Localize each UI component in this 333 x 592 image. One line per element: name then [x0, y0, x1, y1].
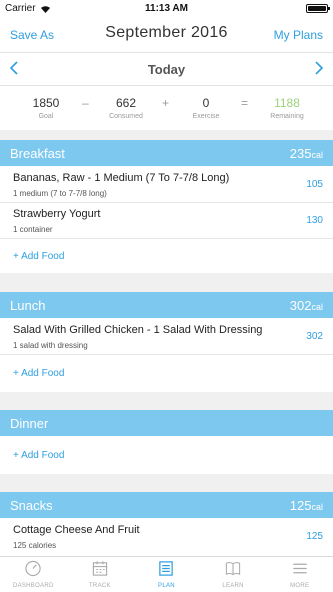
current-day-label: Today: [147, 62, 186, 77]
my-plans-button[interactable]: My Plans: [274, 28, 323, 42]
goal-label: Goal: [38, 113, 54, 120]
meal-header-breakfast[interactable]: Breakfast 235cal: [0, 140, 333, 166]
equals-sign: =: [241, 96, 249, 110]
plus-sign: +: [162, 96, 170, 110]
goal-value: 1850: [32, 96, 60, 110]
food-row[interactable]: Salad With Grilled Chicken - 1 Salad Wit…: [0, 319, 333, 355]
minus-sign: –: [82, 96, 89, 110]
spacer: [0, 474, 333, 492]
meal-name: Snacks: [10, 498, 53, 513]
calorie-summary: 1850 Goal – 662 Consumed + 0 Exercise = …: [0, 86, 333, 130]
meal-header-snacks[interactable]: Snacks 125cal: [0, 492, 333, 518]
spacer: [0, 273, 333, 292]
food-serving: 1 medium (7 to 7-7/8 long): [13, 189, 107, 198]
tab-bar: DASHBOARD TRACK PLAN LEARN MORE: [0, 556, 333, 592]
tab-label: PLAN: [158, 583, 175, 589]
book-icon: [225, 562, 241, 576]
tab-dashboard[interactable]: DASHBOARD: [0, 557, 67, 592]
remaining-label: Remaining: [270, 113, 304, 120]
date-navigator: Today: [0, 52, 333, 86]
exercise-value: 0: [202, 96, 210, 110]
add-food-button-breakfast[interactable]: + Add Food: [13, 251, 64, 262]
add-food-button-lunch[interactable]: + Add Food: [13, 368, 64, 379]
chevron-right-icon[interactable]: [310, 60, 324, 78]
food-name: Strawberry Yogurt: [13, 208, 101, 220]
spacer: [0, 130, 333, 140]
food-row[interactable]: Strawberry Yogurt 1 container 130: [0, 203, 333, 239]
tab-label: MORE: [290, 583, 310, 589]
food-serving: 125 calories: [13, 541, 57, 550]
meal-calories: 302cal: [289, 298, 323, 313]
menu-icon: [293, 563, 307, 574]
food-row[interactable]: Bananas, Raw - 1 Medium (7 To 7-7/8 Long…: [0, 167, 333, 203]
exercise-stat: 0 Exercise: [186, 96, 226, 120]
exercise-label: Exercise: [192, 113, 220, 120]
food-calories: 130: [306, 215, 323, 226]
food-row[interactable]: Cottage Cheese And Fruit 125 calories 12…: [0, 519, 333, 555]
tab-plan[interactable]: PLAN: [133, 557, 200, 592]
meal-name: Breakfast: [10, 146, 65, 161]
dashboard-icon: [25, 560, 41, 577]
meal-calories: 235cal: [289, 146, 323, 161]
status-right: [306, 4, 330, 13]
food-name: Bananas, Raw - 1 Medium (7 To 7-7/8 Long…: [13, 172, 230, 184]
food-calories: 125: [306, 531, 323, 542]
tab-track[interactable]: TRACK: [67, 557, 134, 592]
plan-icon: [159, 561, 174, 576]
food-name: Cottage Cheese And Fruit: [13, 524, 140, 536]
status-time: 11:13 AM: [145, 3, 188, 14]
remaining-stat: 1188 Remaining: [262, 96, 312, 120]
food-serving: 1 container: [13, 225, 53, 234]
tab-label: DASHBOARD: [12, 583, 54, 589]
spacer: [0, 392, 333, 410]
meal-header-dinner[interactable]: Dinner: [0, 410, 333, 436]
nav-header: Save As September 2016 My Plans: [0, 18, 333, 52]
calendar-icon: [92, 561, 108, 576]
food-name: Salad With Grilled Chicken - 1 Salad Wit…: [13, 324, 263, 336]
food-calories: 105: [306, 179, 323, 190]
remaining-value: 1188: [274, 96, 300, 110]
meal-name: Dinner: [10, 416, 49, 431]
meal-calories: 125cal: [289, 498, 323, 513]
consumed-value: 662: [115, 96, 137, 110]
tab-more[interactable]: MORE: [266, 557, 333, 592]
food-calories: 302: [306, 331, 323, 342]
add-food-button-dinner[interactable]: + Add Food: [13, 450, 64, 461]
tab-label: LEARN: [222, 583, 244, 589]
battery-icon: [306, 4, 330, 13]
status-bar: Carrier 11:13 AM: [0, 0, 333, 18]
consumed-label: Consumed: [109, 113, 143, 120]
tab-label: TRACK: [88, 583, 111, 589]
tab-learn[interactable]: LEARN: [200, 557, 267, 592]
food-serving: 1 salad with dressing: [13, 341, 88, 350]
goal-stat: 1850 Goal: [26, 96, 66, 120]
consumed-stat: 662 Consumed: [103, 96, 149, 120]
meal-name: Lunch: [10, 298, 46, 313]
meal-header-lunch[interactable]: Lunch 302cal: [0, 292, 333, 318]
